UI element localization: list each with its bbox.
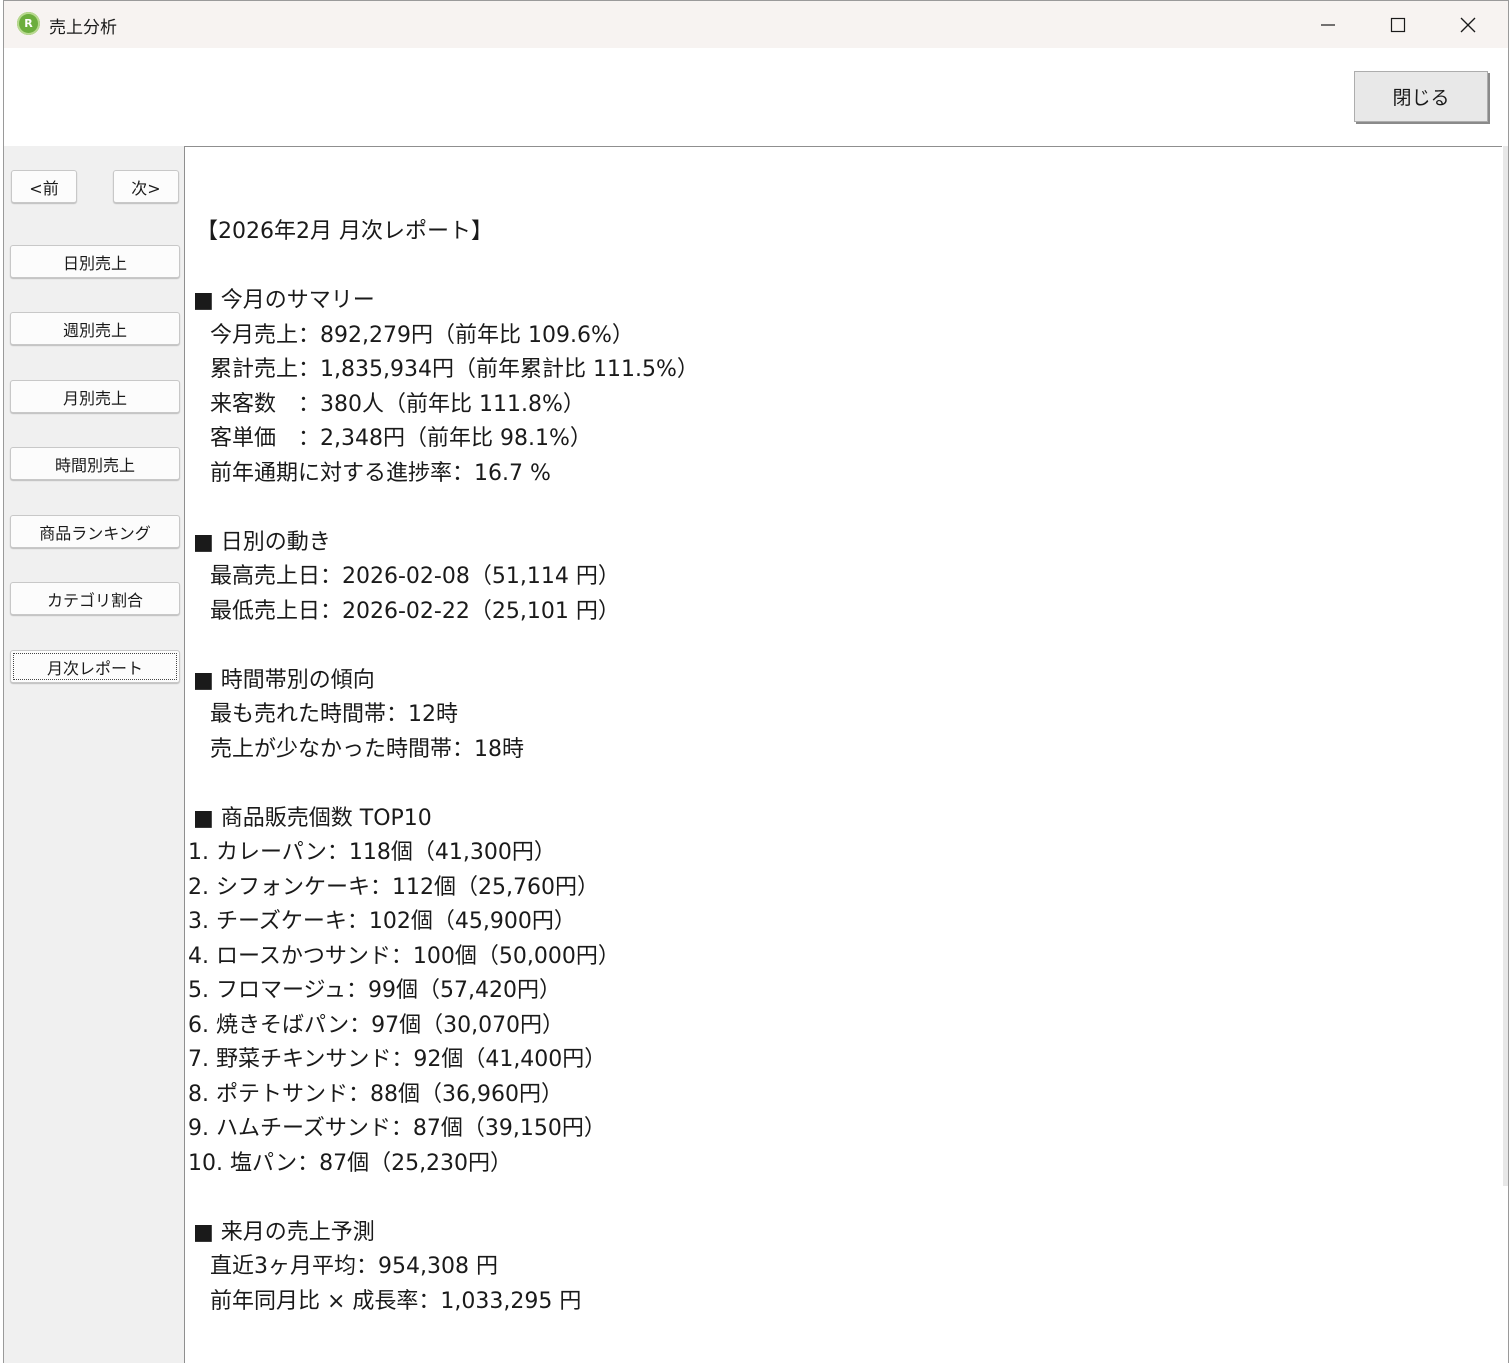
window-title: 売上分析 xyxy=(49,18,117,38)
summary-line: 今月売上：892,279円（前年比 109.6%） xyxy=(210,322,634,348)
section-heading-summary: ■ 今月のサマリー xyxy=(193,288,375,313)
maximize-button[interactable] xyxy=(1363,1,1433,48)
ranking-line: 4. ロースかつサンド：100個（50,000円） xyxy=(188,943,620,969)
section-heading-hourly: ■ 時間帯別の傾向 xyxy=(193,667,375,693)
hourly-line: 売上が少なかった時間帯：18時 xyxy=(210,736,524,762)
sidebar-item-product-ranking[interactable]: 商品ランキング xyxy=(10,515,180,548)
ranking-line: 10. 塩パン：87個（25,230円） xyxy=(188,1150,513,1176)
sidebar-item-weekly-sales[interactable]: 週別売上 xyxy=(10,312,180,345)
daily-line: 最低売上日：2026-02-22（25,101 円） xyxy=(210,598,620,624)
scrollbar-track[interactable] xyxy=(1503,146,1508,1186)
forecast-line: 前年同月比 × 成長率：1,033,295 円 xyxy=(210,1288,582,1314)
close-icon xyxy=(1460,17,1476,32)
ranking-line: 2. シフォンケーキ：112個（25,760円） xyxy=(188,874,599,900)
summary-line: 来客数 ：380人（前年比 111.8%） xyxy=(210,391,585,417)
minimize-icon xyxy=(1321,23,1335,26)
sidebar-item-monthly-report[interactable]: 月次レポート xyxy=(10,650,180,683)
prev-button[interactable]: <前 xyxy=(11,170,77,203)
report-body: 【2026年2月 月次レポート】 ■ 今月のサマリー 今月売上：892,279円… xyxy=(188,215,1502,1319)
report-title: 【2026年2月 月次レポート】 xyxy=(196,219,493,244)
maximize-icon xyxy=(1390,17,1406,32)
forecast-line: 直近3ヶ月平均：954,308 円 xyxy=(210,1254,498,1279)
ranking-line: 7. 野菜チキンサンド：92個（41,400円） xyxy=(188,1047,607,1072)
sidebar: <前 次> 日別売上 週別売上 月別売上 時間別売上 商品ランキング カテゴリ割… xyxy=(4,146,184,1363)
next-button[interactable]: 次> xyxy=(113,170,179,203)
section-heading-forecast: ■ 来月の売上予測 xyxy=(193,1219,375,1245)
section-heading-top10: ■ 商品販売個数 TOP10 xyxy=(193,805,432,831)
summary-line: 前年通期に対する進捗率：16.7 % xyxy=(210,460,551,486)
app-icon-glyph: R xyxy=(24,17,33,30)
ranking-line: 1. カレーパン：118個（41,300円） xyxy=(188,840,556,865)
sidebar-item-category-share[interactable]: カテゴリ割合 xyxy=(10,582,180,615)
summary-line: 累計売上：1,835,934円（前年累計比 111.5%） xyxy=(210,357,699,382)
close-window-button[interactable] xyxy=(1433,1,1503,48)
minimize-button[interactable] xyxy=(1293,1,1363,48)
close-app-button[interactable]: 閉じる xyxy=(1354,71,1488,122)
app-window: R 売上分析 閉じる <前 次> 日別売上 週別売上 月別売上 時間別売上 商品… xyxy=(3,0,1509,1363)
title-bar[interactable]: R 売上分析 xyxy=(4,1,1508,48)
ranking-line: 8. ポテトサンド：88個（36,960円） xyxy=(188,1081,563,1107)
ranking-line: 6. 焼きそばパン：97個（30,070円） xyxy=(188,1012,565,1038)
ranking-line: 5. フロマージュ：99個（57,420円） xyxy=(188,978,561,1003)
ranking-line: 9. ハムチーズサンド：87個（39,150円） xyxy=(188,1116,606,1141)
sidebar-item-hourly-sales[interactable]: 時間別売上 xyxy=(10,447,180,480)
daily-line: 最高売上日：2026-02-08（51,114 円） xyxy=(210,564,620,589)
summary-line: 客単価 ：2,348円（前年比 98.1%） xyxy=(210,426,592,451)
sidebar-item-daily-sales[interactable]: 日別売上 xyxy=(10,245,180,278)
app-icon: R xyxy=(17,12,40,35)
sidebar-item-monthly-sales[interactable]: 月別売上 xyxy=(10,380,180,413)
ranking-line: 3. チーズケーキ：102個（45,900円） xyxy=(188,909,576,934)
hourly-line: 最も売れた時間帯：12時 xyxy=(210,702,458,727)
top-toolbar: 閉じる xyxy=(4,48,1508,146)
section-heading-daily: ■ 日別の動き xyxy=(193,529,331,555)
report-text-area[interactable]: 【2026年2月 月次レポート】 ■ 今月のサマリー 今月売上：892,279円… xyxy=(184,146,1502,1363)
